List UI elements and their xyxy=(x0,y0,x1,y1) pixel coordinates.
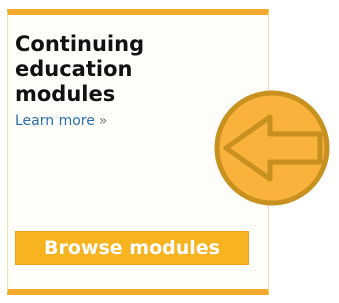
learn-more-label: Learn more xyxy=(15,113,95,129)
browse-modules-button[interactable]: Browse modules xyxy=(15,231,249,265)
chevron-right-icon: » xyxy=(98,113,108,129)
arrow-left-circle-icon xyxy=(214,90,330,206)
learn-more-link[interactable]: Learn more» xyxy=(15,113,107,129)
card-title: Continuing education modules xyxy=(15,32,145,106)
